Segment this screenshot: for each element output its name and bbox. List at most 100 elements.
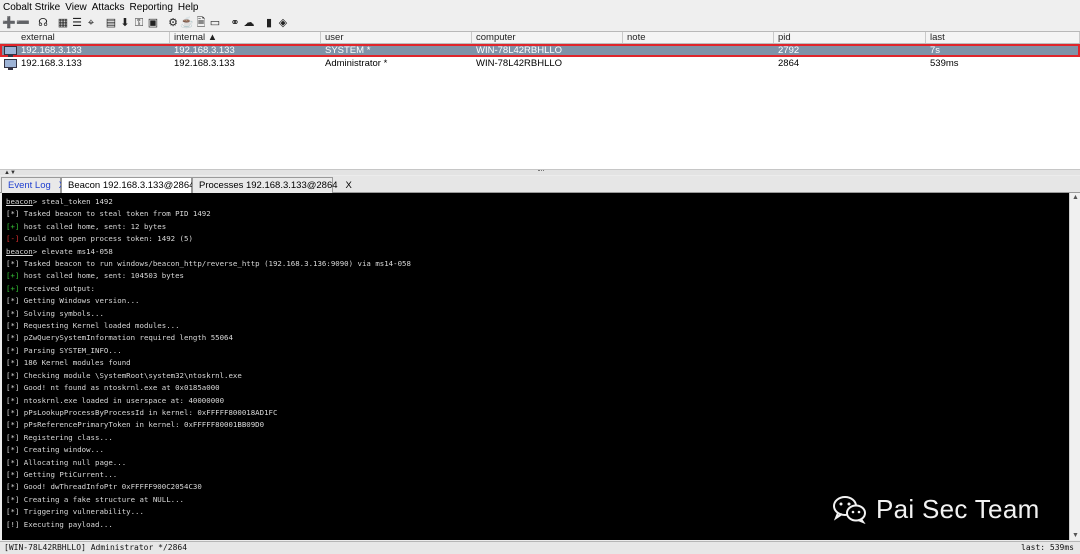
scroll-down-icon[interactable]: ▼ <box>1072 532 1079 539</box>
grid-icon[interactable]: ▦ <box>57 17 69 29</box>
console-line-prefix: [*] <box>6 420 20 430</box>
cell-user: SYSTEM * <box>325 45 371 56</box>
console-icon[interactable]: ▭ <box>209 17 221 29</box>
tab-processes[interactable]: Processes 192.168.3.133@2864 X <box>192 177 352 193</box>
tab-label: Beacon 192.168.3.133@2864 <box>68 180 195 191</box>
console-line-text: Checking module \SystemRoot\system32\nto… <box>19 370 242 380</box>
console-line: [*] Tasked beacon to steal token from PI… <box>6 208 1065 220</box>
menu-attacks[interactable]: Attacks <box>92 2 125 13</box>
console-line-prefix: [+] <box>6 221 20 231</box>
beacon-console-output[interactable]: beacon> steal_token 1492 [*] Tasked beaco… <box>2 193 1069 540</box>
console-line-text: Good! dwThreadInfoPtr 0xFFFFF900C2054C30 <box>19 482 202 492</box>
cell-last: 7s <box>930 45 941 56</box>
console-scrollbar[interactable]: ▲ ▼ <box>1069 193 1080 540</box>
console-line-text: ntoskrnl.exe loaded in userspace at: 400… <box>19 395 225 405</box>
console-line-prefix: [+] <box>6 271 20 281</box>
console-line: [*] Checking module \SystemRoot\system32… <box>6 370 1065 382</box>
console-line: [*] Getting PtiCurrent... <box>6 469 1065 481</box>
console-line: [*] Creating window... <box>6 444 1065 456</box>
console-line-prefix: [*] <box>6 507 20 517</box>
column-header-user[interactable]: user <box>321 32 472 43</box>
cell-internal: 192.168.3.133 <box>174 45 235 56</box>
credentials-icon[interactable]: ▤ <box>105 17 117 29</box>
cell-pid: 2864 <box>778 58 800 69</box>
splitter-grip-icon[interactable] <box>538 170 544 173</box>
column-header-pid[interactable]: pid <box>774 32 926 43</box>
headphones-icon[interactable]: ☊ <box>37 17 49 29</box>
table-header: external internal ▲ user computer note p… <box>0 32 1080 44</box>
console-line-text: Allocating null page... <box>19 457 127 467</box>
console-line: [+] received output: <box>6 283 1065 295</box>
tab-event-log[interactable]: Event LogX <box>1 177 65 193</box>
status-last-checkin: last: 539ms <box>1021 543 1074 552</box>
menu-reporting[interactable]: Reporting <box>130 2 173 13</box>
tab-beacon[interactable]: Beacon 192.168.3.133@2864X <box>61 177 209 193</box>
console-line-prefix: [*] <box>6 333 20 343</box>
key-icon[interactable]: ⚿ <box>133 17 145 29</box>
menu-view[interactable]: View <box>65 2 87 13</box>
console-line: [*] Solving symbols... <box>6 308 1065 320</box>
toolbar: ➕ ➖ ☊ ▦ ☰ ⌖ ▤ ⬇ ⚿ ▣ ⚙ ☕ 🗎 ▭ ⚭ ☁ ▮ ◈ <box>0 14 1080 31</box>
screenshot-icon[interactable]: ▣ <box>147 17 159 29</box>
disconnect-icon[interactable]: ➖ <box>16 17 30 29</box>
new-connection-icon[interactable]: ➕ <box>2 17 16 29</box>
column-header-external[interactable]: external <box>0 32 170 43</box>
console-line-text: Tasked beacon to steal token from PID 14… <box>19 209 211 219</box>
console-line-prefix: beacon <box>6 197 33 206</box>
console-line-prefix: [*] <box>6 407 20 417</box>
gear-icon[interactable]: ⚙ <box>167 17 179 29</box>
console-line: [-] Could not open process token: 1492 (… <box>6 233 1065 245</box>
console-line-prefix: [*] <box>6 308 20 318</box>
console-line: [*] Requesting Kernel loaded modules... <box>6 320 1065 332</box>
console-line-text: Requesting Kernel loaded modules... <box>19 321 180 331</box>
table-row[interactable]: 192.168.3.133 192.168.3.133 Administrato… <box>0 57 1080 70</box>
session-host-icon <box>4 59 17 70</box>
tab-bar: Event LogX Beacon 192.168.3.133@2864X Pr… <box>0 176 1080 193</box>
console-line-text: Parsing SYSTEM_INFO... <box>19 345 122 355</box>
tab-close-button[interactable]: X <box>346 180 352 191</box>
document-icon[interactable]: 🗎 <box>195 17 207 29</box>
console-line-prefix: [*] <box>6 445 20 455</box>
console-line: [*] ntoskrnl.exe loaded in userspace at:… <box>6 395 1065 407</box>
cloud-icon[interactable]: ☁ <box>243 17 255 29</box>
cube-icon[interactable]: ◈ <box>277 17 289 29</box>
console-line-prefix: [-] <box>6 234 20 244</box>
console-line-prefix: [!] <box>6 519 20 529</box>
console-line-text: Getting PtiCurrent... <box>19 469 118 479</box>
tab-label: Event Log <box>8 180 51 191</box>
menu-cobalt-strike[interactable]: Cobalt Strike <box>3 2 60 13</box>
cell-external: 192.168.3.133 <box>21 45 82 56</box>
cell-user: Administrator * <box>325 58 388 69</box>
column-header-note[interactable]: note <box>623 32 774 43</box>
console-line-text: pPsLookupProcessByProcessId in kernel: 0… <box>19 407 278 417</box>
cell-computer: WIN-78L42RBHLLO <box>476 58 563 69</box>
console-line-text: received output: <box>19 283 96 293</box>
console-line-text: Could not open process token: 1492 (5) <box>19 234 193 244</box>
wechat-logo-icon <box>832 494 868 525</box>
console-line-prefix: [*] <box>6 358 20 368</box>
status-session-info: [WIN-78L42RBHLLO] Administrator */2864 <box>4 543 188 552</box>
download-icon[interactable]: ⬇ <box>119 17 131 29</box>
table-row[interactable]: 192.168.3.133 192.168.3.133 SYSTEM * WIN… <box>0 44 1080 57</box>
tab-label: Processes 192.168.3.133@2864 <box>199 180 338 191</box>
console-line-text: Registering class... <box>19 432 113 442</box>
console-line-prefix: [*] <box>6 457 20 467</box>
console-line-prefix: [*] <box>6 482 20 492</box>
session-host-icon <box>4 46 17 57</box>
pane-splitter[interactable]: ▲▼ <box>0 169 1080 176</box>
column-header-computer[interactable]: computer <box>472 32 623 43</box>
console-line: [*] Parsing SYSTEM_INFO... <box>6 345 1065 357</box>
column-header-last[interactable]: last <box>926 32 1080 43</box>
column-header-internal[interactable]: internal ▲ <box>170 32 321 43</box>
coffee-icon[interactable]: ☕ <box>180 17 194 29</box>
console-line-prefix: [*] <box>6 370 20 380</box>
book-icon[interactable]: ▮ <box>263 17 275 29</box>
console-line: [*] Good! dwThreadInfoPtr 0xFFFFF900C205… <box>6 481 1065 493</box>
link-icon[interactable]: ⚭ <box>229 17 241 29</box>
console-line-prefix: [*] <box>6 432 20 442</box>
list-icon[interactable]: ☰ <box>71 17 83 29</box>
console-line: [*] pPsReferencePrimaryToken in kernel: … <box>6 419 1065 431</box>
scroll-up-icon[interactable]: ▲ <box>1072 194 1079 201</box>
menu-help[interactable]: Help <box>178 2 199 13</box>
target-icon[interactable]: ⌖ <box>85 17 97 29</box>
